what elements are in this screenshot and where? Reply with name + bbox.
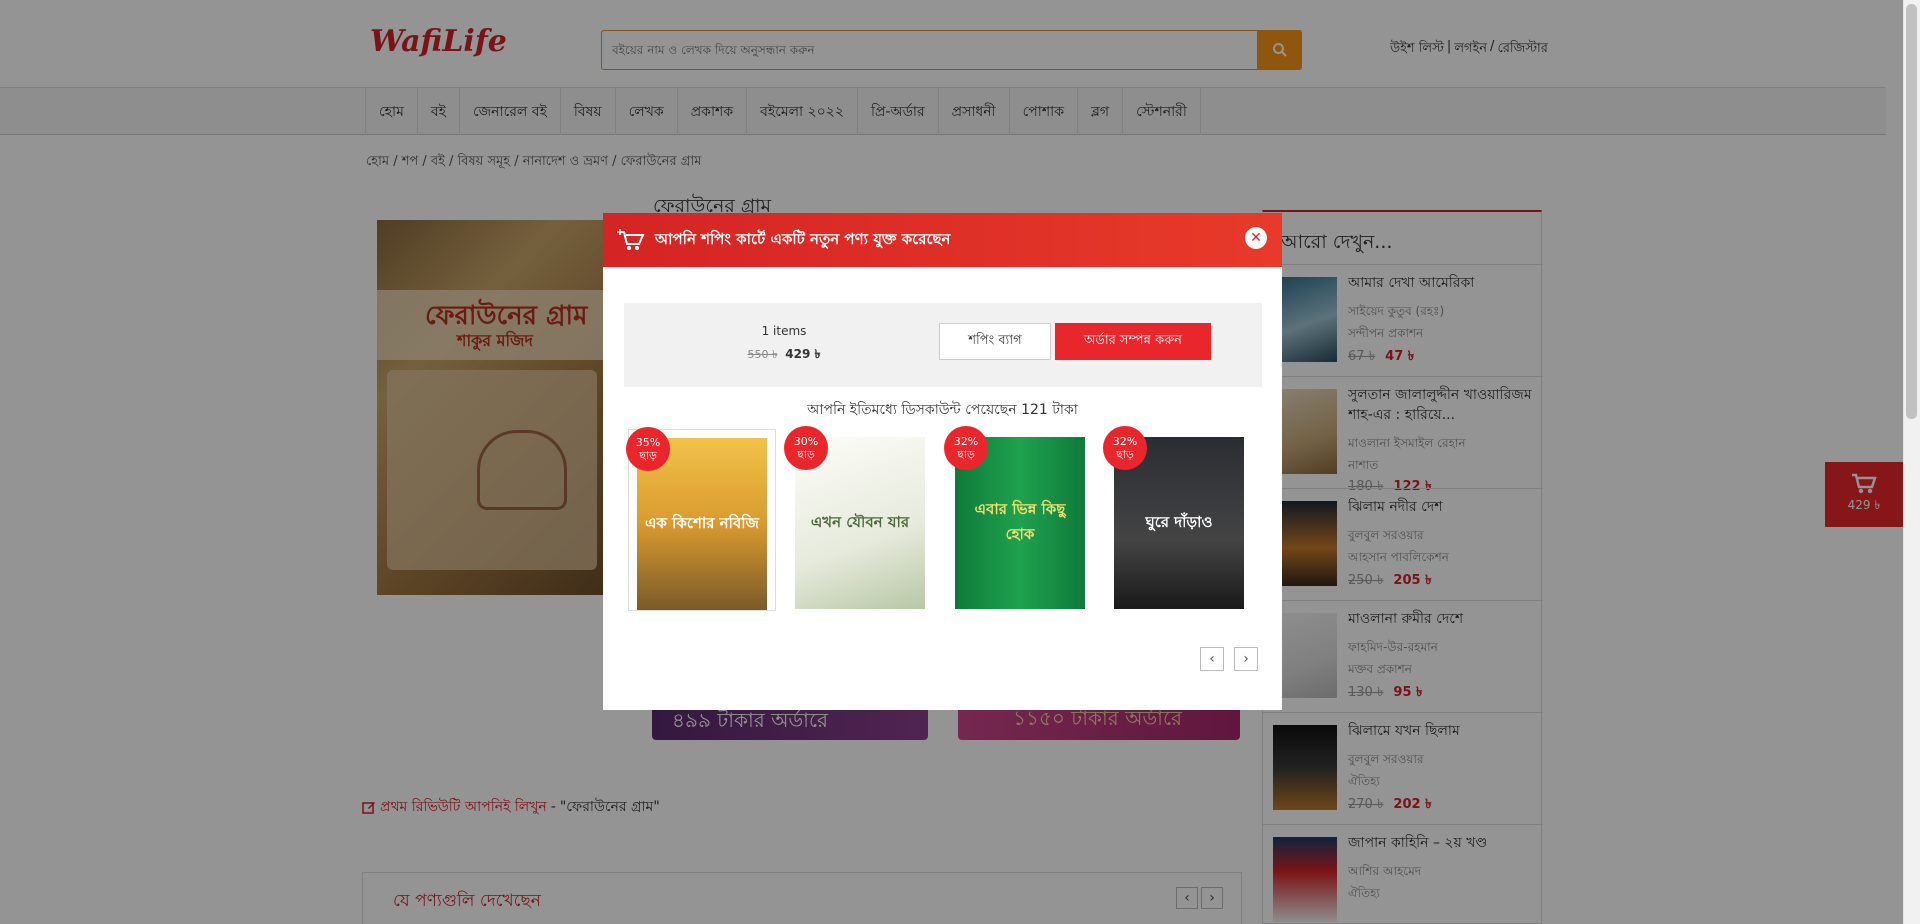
discount-label: ছাড় bbox=[639, 449, 657, 462]
complete-order-button[interactable]: অর্ডার সম্পন্ন করুন bbox=[1055, 323, 1211, 360]
discount-label: ছাড় bbox=[797, 448, 815, 461]
discount-badge: 30% ছাড় bbox=[784, 426, 828, 470]
cart-old-total: 550 ৳ bbox=[747, 348, 778, 361]
recommended-cover-title: এক কিশোর নবিজি bbox=[645, 513, 759, 532]
cart-summary: 1 items 550 ৳ 429 ৳ শপিং ব্যাগ অর্ডার সম… bbox=[624, 303, 1262, 387]
carousel-arrows: ‹ › bbox=[1200, 647, 1258, 671]
discount-percent: 30% bbox=[793, 435, 819, 448]
recommended-product[interactable]: এক কিশোর নবিজি 35% ছাড় bbox=[626, 427, 776, 611]
cart-add-icon bbox=[617, 229, 645, 250]
discount-badge: 32% ছাড় bbox=[944, 426, 988, 470]
discount-badge: 35% ছাড় bbox=[626, 427, 670, 471]
shopping-bag-button[interactable]: শপিং ব্যাগ bbox=[939, 323, 1051, 360]
discount-note: আপনি ইতিমধ্যে ডিসকাউন্ট পেয়েছেন 121 টাক… bbox=[807, 402, 1078, 418]
scrollbar-thumb[interactable] bbox=[1906, 4, 1917, 419]
recommended-product[interactable]: ঘুরে দাঁড়াও 32% ছাড় bbox=[1103, 426, 1254, 611]
recommended-cover-title: ঘুরে দাঁড়াও bbox=[1145, 512, 1213, 531]
chevron-right-icon[interactable]: › bbox=[1234, 647, 1258, 671]
cart-total: 550 ৳ 429 ৳ bbox=[724, 346, 844, 366]
discount-percent: 32% bbox=[953, 435, 979, 448]
modal-header: আপনি শপিং কার্টে একটি নতুন পণ্য যুক্ত কর… bbox=[603, 213, 1282, 267]
recommended-cover-title: এখন যৌবন যার bbox=[810, 512, 910, 531]
recommended-product[interactable]: এখন যৌবন যার 30% ছাড় bbox=[784, 426, 935, 611]
discount-label: ছাড় bbox=[957, 448, 975, 461]
recommended-product[interactable]: এবার ভিন্ন কিছু হোক 32% ছাড় bbox=[944, 426, 1095, 611]
discount-percent: 32% bbox=[1112, 435, 1138, 448]
discount-percent: 35% bbox=[635, 436, 661, 449]
discount-label: ছাড় bbox=[1116, 448, 1134, 461]
recommended-cover-title: এবার ভিন্ন কিছু হোক bbox=[974, 500, 1066, 543]
cart-items-count: 1 items bbox=[761, 324, 807, 338]
chevron-left-icon[interactable]: ‹ bbox=[1200, 647, 1224, 671]
page-scrollbar[interactable] bbox=[1903, 0, 1920, 924]
close-icon[interactable]: ✕ bbox=[1245, 227, 1267, 249]
modal-title: আপনি শপিং কার্টে একটি নতুন পণ্য যুক্ত কর… bbox=[655, 229, 951, 248]
discount-badge: 32% ছাড় bbox=[1103, 426, 1147, 470]
cart-added-modal: আপনি শপিং কার্টে একটি নতুন পণ্য যুক্ত কর… bbox=[603, 213, 1282, 710]
cart-new-total: 429 ৳ bbox=[785, 347, 821, 361]
